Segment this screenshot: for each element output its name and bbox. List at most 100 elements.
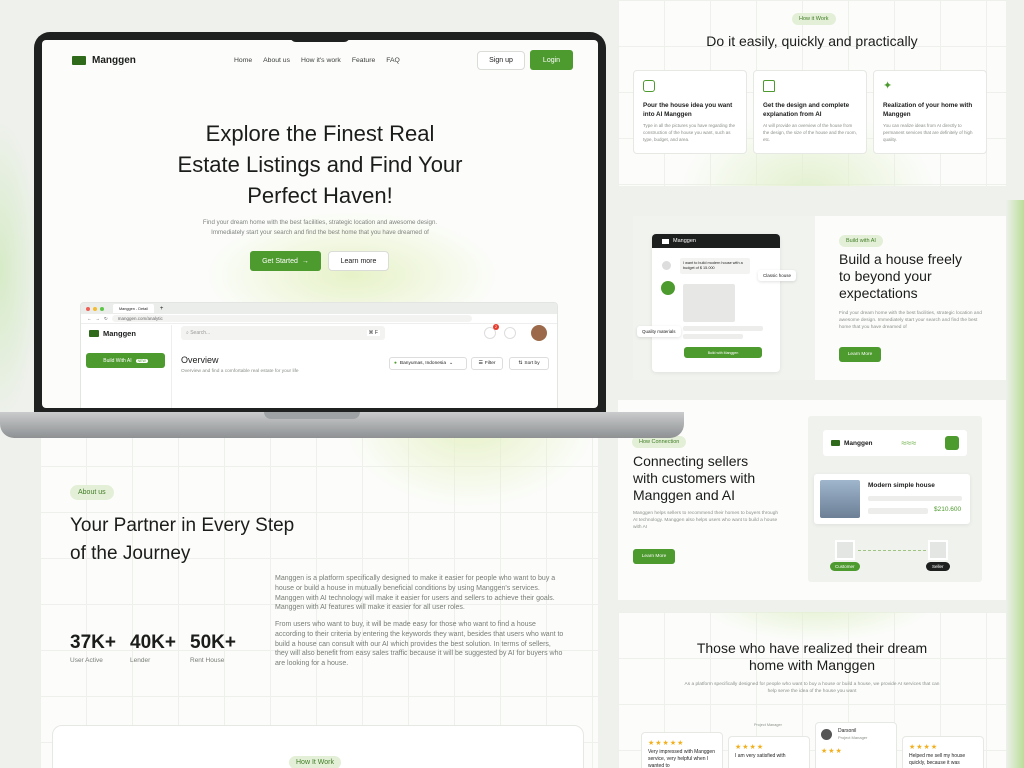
about-stats: 37K+ User Active 40K+ Lender 50K+ Rent H… [70, 632, 240, 664]
about-pill: About us [70, 485, 114, 500]
testimonial-role: Project Manager [754, 723, 782, 727]
laptop-notch [290, 32, 350, 42]
build-learn-more-button[interactable]: Learn More [839, 347, 881, 362]
about-paragraph-1: Manggen is a platform specifically desig… [275, 575, 556, 612]
brand-name: Manggen [92, 55, 136, 66]
house-icon [763, 80, 775, 92]
tag-quality-materials: Quality materials [637, 326, 681, 337]
nav-about[interactable]: About us [263, 57, 290, 64]
stat-lender: 40K+ Lender [130, 632, 176, 664]
sort-icon: ⇅ [518, 361, 523, 366]
connect-mock-header: Manggen ≈≈≈ [823, 430, 967, 456]
laptop-screen: Manggen Home About us How it's work Feat… [42, 40, 598, 408]
browser-tab[interactable]: Manggen - Detail [113, 304, 154, 313]
testi-glow [698, 612, 938, 642]
build-pill: Build with AI [839, 235, 883, 247]
howit-steps: Pour the house idea you want into AI Man… [633, 70, 987, 154]
close-dot[interactable] [86, 306, 90, 311]
tag-classic-house: Classic house [758, 270, 797, 281]
magic-wand-icon: ✦ [883, 80, 893, 92]
hero-subtitle: Find your dream home with the best facil… [202, 219, 438, 236]
testimonial-card: ★★★★★ Very impressed with Manggen servic… [641, 732, 723, 768]
stat-label: Rent House [190, 657, 225, 664]
about-section: About us Your Partner in Every Step of t… [40, 420, 598, 768]
howit-section: How it Work Do it easily, quickly and pr… [618, 0, 1006, 186]
reload-icon[interactable]: ↻ [104, 316, 108, 322]
build-with-manggen-button[interactable]: Build with Manggen [684, 347, 762, 358]
star-rating: ★★★★★ [648, 740, 685, 747]
signup-button[interactable]: Sign up [477, 51, 525, 70]
chat-message: I want to build modern house with a budg… [680, 258, 750, 274]
url-field[interactable]: manggen.com/analytic [111, 315, 472, 322]
nav-how[interactable]: How it's work [301, 57, 341, 64]
overview-subtitle: Overview and find a comfortable real est… [181, 369, 299, 374]
testimonial-card: ★★★★ Helped me sell my house quickly, be… [902, 736, 984, 768]
build-desc: Find your dream home with the best facil… [839, 311, 982, 331]
learn-more-button[interactable]: Learn more [328, 251, 389, 271]
howit-pill: How it Work [792, 13, 836, 25]
filter-button[interactable]: ☰ Filter [471, 357, 503, 370]
filter-icon: ☰ [478, 361, 483, 366]
stat-value: 50K+ [190, 632, 236, 653]
back-icon[interactable]: ← [87, 316, 92, 321]
logo-icon [89, 330, 99, 337]
nav-feature[interactable]: Feature [352, 57, 375, 64]
house-price: $210.600 [934, 506, 962, 513]
stat-value: 37K+ [70, 632, 116, 653]
pin-icon: ● [394, 361, 397, 366]
howit-bottom-pill: How It Work [289, 756, 341, 768]
about-title: Your Partner in Every Step of the Journe… [70, 515, 295, 564]
customer-label: Customer [830, 562, 860, 571]
logo-icon [72, 56, 86, 65]
nav-home[interactable]: Home [234, 57, 252, 64]
login-button[interactable]: Login [530, 50, 573, 70]
logo-icon [831, 440, 840, 446]
stat-rent: 50K+ Rent House [190, 632, 240, 664]
howit-bottom-card: How It Work [52, 725, 584, 768]
minimize-dot[interactable] [93, 306, 97, 311]
stat-users: 37K+ User Active [70, 632, 116, 664]
bell-icon[interactable] [504, 327, 516, 339]
chevron-down-icon: ⌄ [449, 361, 454, 366]
testimonial-card: Darsonil Project Manager ★★★ [815, 722, 897, 768]
dash-search[interactable]: ⌕ Search... ⌘ F [181, 326, 385, 340]
location-select[interactable]: ● Banyumas, Indonesia ⌄ [389, 357, 467, 370]
build-with-ai-button[interactable]: Build With AI NEW [86, 353, 165, 368]
new-tab-icon[interactable]: + [160, 306, 164, 312]
stat-label: Lender [130, 657, 151, 664]
build-title: Build a house freely to beyond your expe… [839, 251, 962, 301]
browser-tabbar: Manggen - Detail + [81, 303, 557, 314]
sort-button[interactable]: ⇅ Sort by [509, 357, 549, 370]
maximize-dot[interactable] [100, 306, 104, 311]
line-placeholder [683, 334, 743, 339]
robot-icon [944, 436, 959, 450]
howit-step-card: ✦ Realization of your home with Manggen … [873, 70, 987, 154]
line-placeholder [868, 496, 962, 501]
nav-faq[interactable]: FAQ [386, 57, 400, 64]
star-rating: ★★★ [821, 748, 843, 755]
customer-avatar [835, 540, 855, 560]
brand-logo[interactable]: Manggen [72, 55, 136, 66]
testi-title: Those who have realized their dream home… [696, 640, 928, 673]
notification-badge: 2 [493, 324, 499, 330]
image-placeholder [683, 284, 735, 322]
howit-step-card: Pour the house idea you want into AI Man… [633, 70, 747, 154]
testi-desc: As a platform specifically designed for … [684, 682, 940, 695]
connect-learn-more-button[interactable]: Learn More [633, 549, 675, 564]
build-section: Manggen I want to build modern house wit… [633, 216, 1006, 380]
user-avatar[interactable] [531, 325, 547, 341]
laptop-base [0, 412, 684, 438]
about-paragraph-2: From users who want to buy, it will be m… [275, 621, 564, 668]
dash-logo[interactable]: Manggen [89, 329, 136, 338]
overview-title: Overview [181, 355, 219, 365]
testi-section: Those who have realized their dream home… [618, 612, 1006, 768]
stat-value: 40K+ [130, 632, 176, 653]
howit-step-card: Get the design and complete explanation … [753, 70, 867, 154]
house-name: Modern simple house [868, 482, 935, 489]
avatar [821, 729, 832, 740]
seller-avatar [928, 540, 948, 560]
get-started-button[interactable]: Get Started → [250, 251, 321, 271]
shortcut-hint: ⌘ F [366, 330, 380, 336]
forward-icon[interactable]: → [96, 316, 101, 321]
main-nav: Home About us How it's work Feature FAQ [234, 57, 400, 64]
